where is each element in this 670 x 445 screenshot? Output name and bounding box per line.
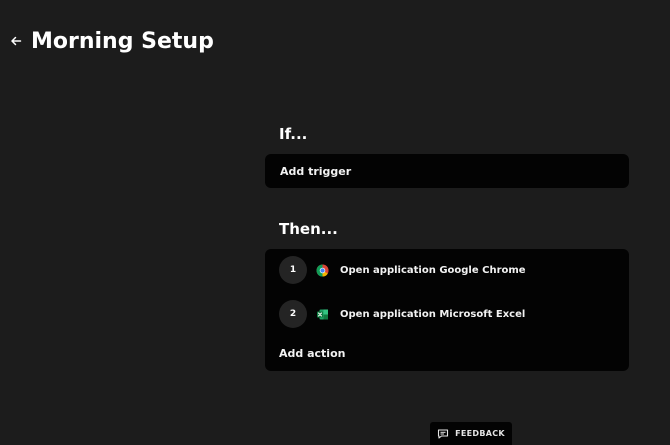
page: Morning Setup If... Add trigger Then... …	[0, 0, 670, 445]
arrow-left-icon[interactable]	[8, 33, 24, 49]
feedback-button[interactable]: FEEDBACK	[430, 422, 512, 445]
then-section-label: Then...	[279, 220, 338, 238]
add-trigger-label: Add trigger	[280, 164, 352, 178]
header: Morning Setup	[8, 26, 214, 56]
feedback-icon	[437, 428, 449, 440]
action-item-1[interactable]: 1 Open application Google Chrome	[279, 256, 526, 284]
add-trigger-button[interactable]: Add trigger	[265, 154, 629, 188]
step-number: 1	[279, 256, 307, 284]
action-label: Open application Google Chrome	[340, 264, 526, 276]
if-section-label: If...	[279, 125, 308, 143]
action-label: Open application Microsoft Excel	[340, 308, 526, 320]
google-chrome-icon	[316, 264, 329, 277]
page-title: Morning Setup	[31, 28, 214, 54]
action-item-2[interactable]: 2 Open application Microsoft Excel	[279, 300, 525, 328]
microsoft-excel-icon	[316, 308, 329, 321]
feedback-label: FEEDBACK	[455, 429, 505, 438]
step-number: 2	[279, 300, 307, 328]
add-action-button[interactable]: Add action	[279, 347, 345, 360]
